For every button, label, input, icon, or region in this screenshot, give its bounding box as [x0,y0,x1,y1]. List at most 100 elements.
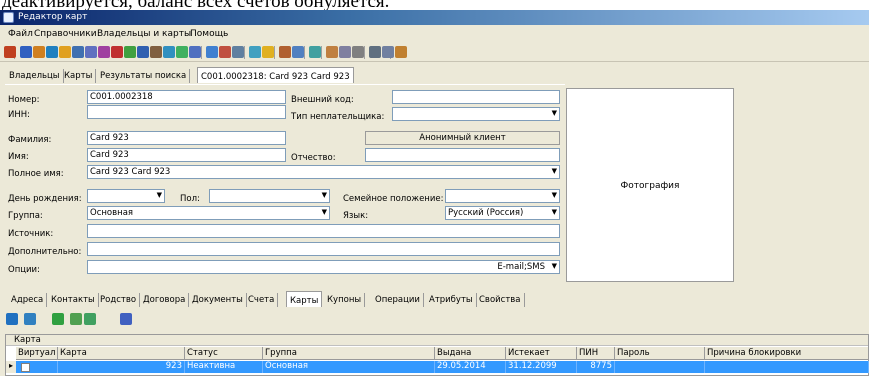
options-select[interactable]: E-mail;SMS ▼ [87,260,560,274]
star-icon[interactable] [262,46,274,58]
globe-icon[interactable] [46,46,58,58]
database-icon[interactable] [163,46,175,58]
tool-icon[interactable] [309,46,321,58]
col-issued[interactable]: Выдана [435,347,506,360]
col-card[interactable]: Карта [58,347,185,360]
link-icon[interactable] [20,46,32,58]
user-icon[interactable] [339,46,351,58]
patronymic-field[interactable] [365,148,560,162]
wand-icon[interactable] [59,46,71,58]
photo-box[interactable]: Фотография [566,88,734,282]
money-icon[interactable] [52,313,64,325]
edit-icon[interactable] [98,46,110,58]
users-icon[interactable] [120,313,132,325]
cell-expires: 31.12.2099 [506,361,577,373]
tab-search-results[interactable]: Результаты поиска [97,69,191,83]
patronymic-label: Отчество: [291,153,336,163]
group-select[interactable]: Основная ▼ [87,206,330,220]
menu-references[interactable]: Справочники [34,29,97,39]
settings-icon[interactable] [33,46,45,58]
birthday-picker[interactable]: ▼ [87,189,165,203]
col-status[interactable]: Статус [185,347,263,360]
tab-card-editor[interactable]: C001.0002318: Card 923 Card 923 [197,67,354,83]
detail-tab-4[interactable]: Документы [189,293,247,307]
col-password[interactable]: Пароль [615,347,705,360]
source-label: Источник: [8,229,54,239]
options-value: E-mail;SMS [497,262,545,272]
new-icon[interactable] [6,313,18,325]
people-icon[interactable] [189,46,201,58]
cell-pin: 8775 [577,361,615,373]
menu-file[interactable]: Файл [8,29,33,39]
toolbar-separator [304,46,305,59]
detail-tab-9[interactable]: Атрибуты [426,293,477,307]
user-icon[interactable] [352,46,364,58]
toolbar-separator [321,46,322,59]
cell-password [615,361,705,373]
detail-tab-5[interactable]: Счета [245,293,279,307]
report-icon[interactable] [232,46,244,58]
col-virtual[interactable]: Виртуал [16,347,58,360]
anonymous-client-button[interactable]: Анонимный клиент [365,131,560,145]
user-icon[interactable] [326,46,338,58]
table-icon[interactable] [85,46,97,58]
name-field[interactable]: Card 923 [87,148,286,162]
inn-field[interactable] [87,105,286,119]
cards-icon[interactable] [279,46,291,58]
source-field[interactable] [87,224,560,238]
gem-icon[interactable] [111,46,123,58]
book-icon[interactable] [150,46,162,58]
money-icon[interactable] [70,313,82,325]
gender-label: Пол: [180,194,200,204]
surname-field[interactable]: Card 923 [87,131,286,145]
tab-owners[interactable]: Владельцы [6,69,64,83]
detail-tab-8[interactable]: Операции [372,293,424,307]
cards-grid: Карта Виртуал Карта Статус Группа Выдана… [5,334,869,376]
help-icon[interactable] [137,46,149,58]
user-icon[interactable] [395,46,407,58]
detail-tab-6[interactable]: Карты [286,291,323,307]
full-name-select[interactable]: Card 923 Card 923 ▼ [87,165,560,179]
virtual-checkbox[interactable] [21,363,30,372]
language-select[interactable]: Русский (Россия) ▼ [445,206,560,220]
menu-help[interactable]: Помощь [190,29,228,39]
users-icon[interactable] [382,46,394,58]
extra-field[interactable] [87,242,560,256]
export-icon[interactable] [124,46,136,58]
page-icon[interactable] [219,46,231,58]
detail-tab-7[interactable]: Купоны [324,293,366,307]
number-label: Номер: [8,95,40,105]
detail-tab-2[interactable]: Родство [97,293,141,307]
col-expires[interactable]: Истекает [506,347,577,360]
open-icon[interactable] [4,46,16,58]
users-icon[interactable] [369,46,381,58]
col-block-reason[interactable]: Причина блокировки [705,347,869,360]
gender-select[interactable]: ▼ [209,189,330,203]
detail-tab-3[interactable]: Договора [140,293,190,307]
report-icon[interactable] [292,46,304,58]
table-row[interactable]: ▸ 923 Неактивна Основная 29.05.2014 31.1… [6,361,869,373]
number-field[interactable]: C001.0002318 [87,90,286,104]
detail-tab-0[interactable]: Адреса [8,293,48,307]
detail-tab-10[interactable]: Свойства [476,293,525,307]
name-label: Имя: [8,152,29,162]
menu-bar: Файл Справочники Владельцы и карты Помощ… [0,25,869,43]
taxpayer-type-select[interactable]: ▼ [392,107,560,121]
find-icon[interactable] [72,46,84,58]
detail-tab-1[interactable]: Контакты [48,293,99,307]
external-code-field[interactable] [392,90,560,104]
cell-block-reason [705,361,869,373]
tab-cards[interactable]: Карты [61,69,97,83]
external-code-label: Внешний код: [291,95,354,105]
menu-owners-cards[interactable]: Владельцы и карты [97,29,191,39]
col-pin[interactable]: ПИН [577,347,615,360]
clock-icon[interactable] [206,46,218,58]
money-icon[interactable] [84,313,96,325]
database-icon[interactable] [176,46,188,58]
col-group[interactable]: Группа [263,347,435,360]
marital-select[interactable]: ▼ [445,189,560,203]
clock-icon[interactable] [249,46,261,58]
main-toolbar [0,43,869,62]
edit-icon[interactable] [24,313,36,325]
window-titlebar[interactable]: Редактор карт [0,10,869,25]
